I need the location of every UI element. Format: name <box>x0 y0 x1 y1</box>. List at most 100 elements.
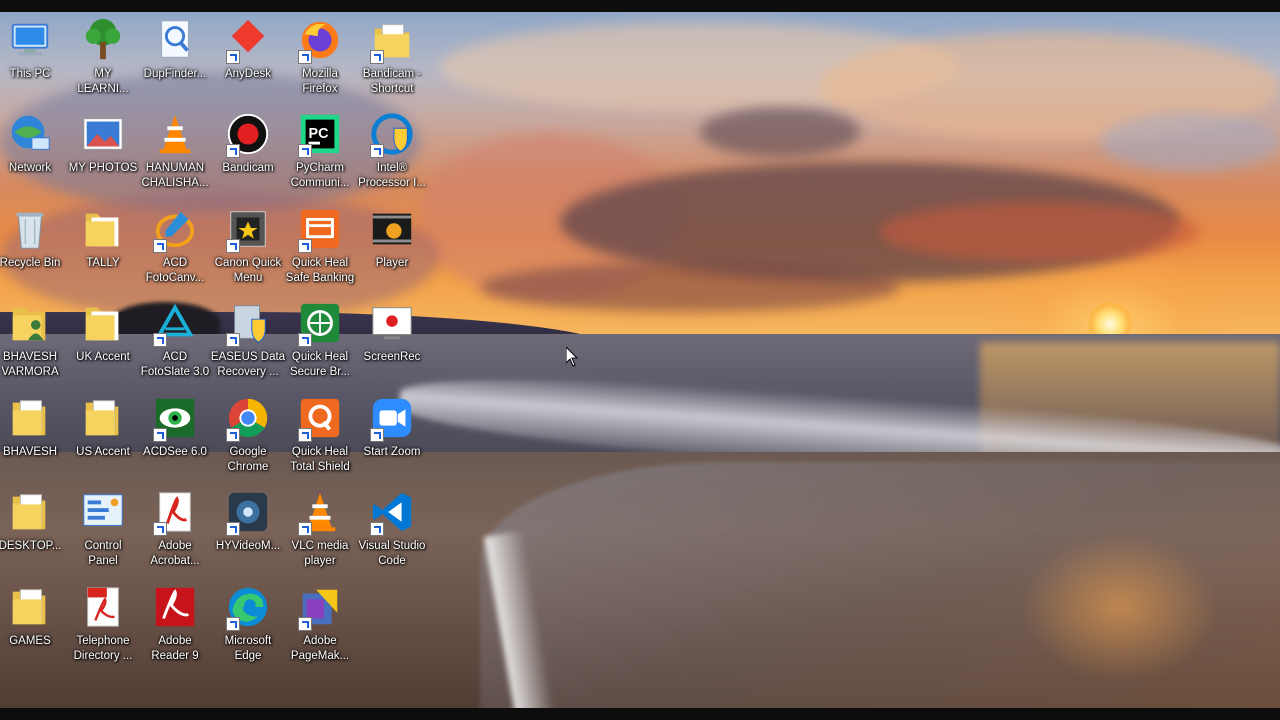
icon-label: Intel® Processor I... <box>358 162 426 189</box>
icon-label: ACD FotoCanv... <box>145 257 205 284</box>
icon-label: US Accent <box>76 446 130 458</box>
shortcut-arrow-icon <box>370 50 384 64</box>
icon-label: Quick Heal Safe Banking <box>285 257 355 284</box>
desktop-icon-dupfinder[interactable]: DupFinder... <box>139 16 211 82</box>
bandicam-icon <box>224 110 272 158</box>
desktop-icon-bandicam-shortcut[interactable]: Bandicam - Shortcut <box>356 16 428 96</box>
desktop-icon-bhavesh-varmora[interactable]: BHAVESH VARMORA <box>0 299 66 379</box>
acrobat-icon <box>151 488 199 536</box>
shortcut-arrow-icon <box>226 333 240 347</box>
desktop-icon-telephone-directory[interactable]: Telephone Directory ... <box>67 583 139 663</box>
desktop-icon-bhavesh[interactable]: BHAVESH <box>0 394 66 460</box>
desktop-icon-anydesk[interactable]: AnyDesk <box>212 16 284 82</box>
folder-icon <box>79 205 127 253</box>
folder-document-icon <box>79 394 127 442</box>
desktop-icon-canon-quick-menu[interactable]: Canon Quick Menu <box>212 205 284 285</box>
desktop-icon-adobe-pagemaker[interactable]: Adobe PageMak... <box>284 583 356 663</box>
desktop-icon-us-accent[interactable]: US Accent <box>67 394 139 460</box>
folder-document-icon <box>368 16 416 64</box>
desktop-icon-tally[interactable]: TALLY <box>67 205 139 271</box>
folder-document-icon <box>6 583 54 631</box>
icon-label: UK Accent <box>76 351 130 363</box>
desktop-icon-control-panel[interactable]: Control Panel <box>67 488 139 568</box>
shortcut-arrow-icon <box>298 428 312 442</box>
desktop-icon-uk-accent[interactable]: UK Accent <box>67 299 139 365</box>
network-icon <box>6 110 54 158</box>
mouse-cursor-icon <box>565 345 579 367</box>
desktop-icon-easeus[interactable]: EASEUS Data Recovery ... <box>210 299 286 379</box>
vlc-cone-icon <box>151 110 199 158</box>
icon-label: Telephone Directory ... <box>73 635 133 662</box>
easeus-icon <box>224 299 272 347</box>
desktop-icon-recycle-bin[interactable]: Recycle Bin <box>0 205 66 271</box>
desktop-icon-hyvideom[interactable]: HYVideoM... <box>212 488 284 554</box>
folder-icon <box>79 299 127 347</box>
desktop-icon-my-learning[interactable]: MY LEARNI... <box>67 16 139 96</box>
letterbox-top <box>0 0 1280 12</box>
icon-label: Recycle Bin <box>0 257 61 269</box>
shortcut-arrow-icon <box>298 522 312 536</box>
quickheal-browser-icon <box>296 299 344 347</box>
magnifier-document-icon <box>151 16 199 64</box>
icon-label: Google Chrome <box>227 446 269 473</box>
desktop-icon-intel-processor[interactable]: Intel® Processor I... <box>356 110 428 190</box>
shortcut-arrow-icon <box>370 428 384 442</box>
shortcut-arrow-icon <box>226 428 240 442</box>
desktop-icon-bandicam[interactable]: Bandicam <box>212 110 284 176</box>
shortcut-arrow-icon <box>298 239 312 253</box>
icon-label: Start Zoom <box>363 446 421 458</box>
desktop-icon-player[interactable]: Player <box>356 205 428 271</box>
icon-label: Bandicam <box>222 162 274 174</box>
desktop-icon-hanuman-chalisha[interactable]: HANUMAN CHALISHA... <box>139 110 211 190</box>
icon-label: ScreenRec <box>363 351 421 363</box>
shortcut-arrow-icon <box>226 144 240 158</box>
pagemaker-icon <box>296 583 344 631</box>
desktop-icon-acd-fotoslate[interactable]: ACD FotoSlate 3.0 <box>139 299 211 379</box>
desktop[interactable]: This PC MY LEARNI... DupFinder... AnyDes… <box>0 12 1280 708</box>
desktop-icon-quickheal-safe-banking[interactable]: Quick Heal Safe Banking <box>284 205 356 285</box>
desktop-icon-network[interactable]: Network <box>0 110 66 176</box>
desktop-icon-quickheal-secure-browser[interactable]: Quick Heal Secure Br... <box>284 299 356 379</box>
media-player-icon <box>368 205 416 253</box>
pycharm-icon: PC <box>296 110 344 158</box>
desktop-icon-firefox[interactable]: Mozilla Firefox <box>284 16 356 96</box>
shortcut-arrow-icon <box>153 522 167 536</box>
desktop-icon-screenrec[interactable]: ScreenRec <box>356 299 428 365</box>
desktop-icon-acdsee[interactable]: ACDSee 6.0 <box>139 394 211 460</box>
shortcut-arrow-icon <box>153 239 167 253</box>
desktop-icon-acd-fotocanvas[interactable]: ACD FotoCanv... <box>139 205 211 285</box>
desktop-icon-my-photos[interactable]: MY PHOTOS <box>67 110 139 176</box>
desktop-icon-this-pc[interactable]: This PC <box>0 16 66 82</box>
desktop-icon-microsoft-edge[interactable]: Microsoft Edge <box>212 583 284 663</box>
desktop-icon-desktop-folder[interactable]: DESKTOP... <box>0 488 66 554</box>
icon-label: ACDSee 6.0 <box>143 446 207 458</box>
icon-label: Network <box>8 162 52 174</box>
desktop-icon-google-chrome[interactable]: Google Chrome <box>212 394 284 474</box>
desktop-icon-vlc-media-player[interactable]: VLC media player <box>284 488 356 568</box>
desktop-icon-pycharm[interactable]: PC PyCharm Communi... <box>284 110 356 190</box>
folder-document-icon <box>6 488 54 536</box>
desktop-icon-visual-studio-code[interactable]: Visual Studio Code <box>356 488 428 568</box>
icon-label: EASEUS Data Recovery ... <box>210 351 286 378</box>
quickheal-banking-icon <box>296 205 344 253</box>
icon-label: Bandicam - Shortcut <box>362 68 422 95</box>
recycle-bin-icon <box>6 205 54 253</box>
desktop-icon-adobe-reader[interactable]: Adobe Reader 9 <box>139 583 211 663</box>
desktop-icon-start-zoom[interactable]: Start Zoom <box>356 394 428 460</box>
desktop-icon-adobe-acrobat[interactable]: Adobe Acrobat... <box>139 488 211 568</box>
firefox-icon <box>296 16 344 64</box>
icon-label: DESKTOP... <box>0 540 62 552</box>
vlc-cone-icon <box>296 488 344 536</box>
intel-shield-icon <box>368 110 416 158</box>
shortcut-arrow-icon <box>226 50 240 64</box>
shortcut-arrow-icon <box>370 522 384 536</box>
shortcut-arrow-icon <box>298 617 312 631</box>
desktop-icon-quickheal-total-shield[interactable]: Quick Heal Total Shield <box>284 394 356 474</box>
desktop-icon-games[interactable]: GAMES <box>0 583 66 649</box>
shortcut-arrow-icon <box>226 239 240 253</box>
zoom-icon <box>368 394 416 442</box>
hyvideo-icon <box>224 488 272 536</box>
canon-quick-menu-icon <box>224 205 272 253</box>
quickheal-shield-icon <box>296 394 344 442</box>
vscode-icon <box>368 488 416 536</box>
